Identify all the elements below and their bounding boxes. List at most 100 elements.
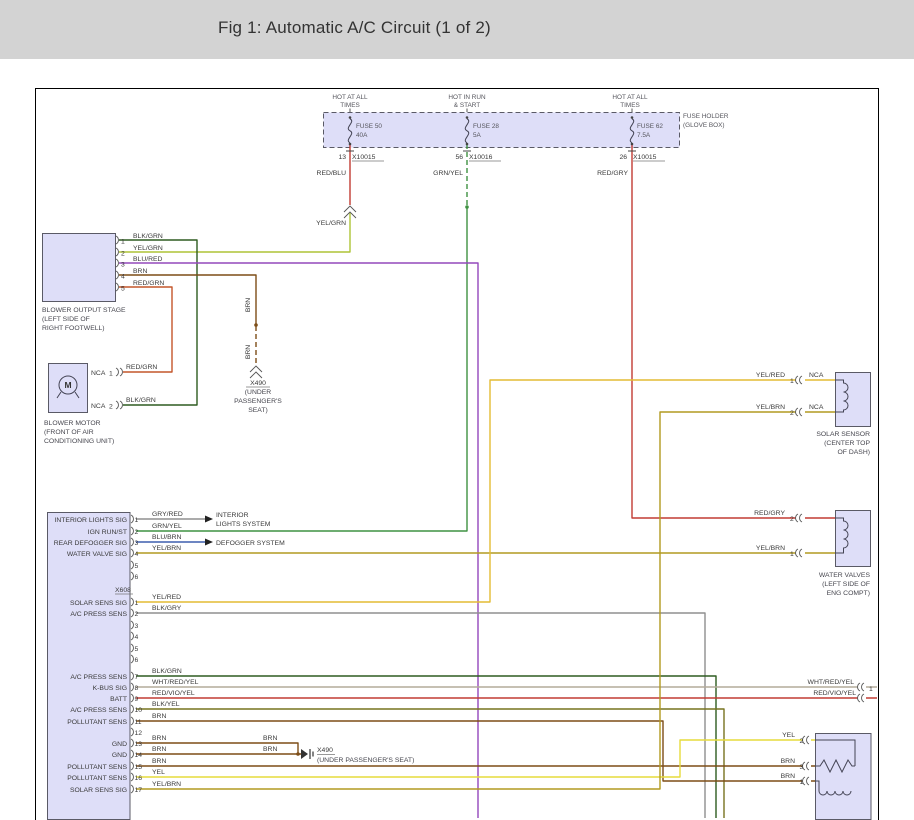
component-label: (CENTER TOP [824,440,870,447]
component-label: OF DASH) [838,449,870,456]
pin-number: 7 [135,674,139,681]
connector-ref: X10015 [352,154,376,161]
fuse-rating: 40A [356,132,368,139]
wire-label: BLK/YEL [152,701,180,708]
component-label: CONDITIONING UNIT) [44,438,114,445]
wire-label: RED/BLU [317,170,347,177]
wire-label: YEL/BRN [152,545,181,552]
wire-label: BLU/RED [133,256,163,263]
row-label: POLLUTANT SENS [67,764,127,771]
pin-number: 2 [135,611,139,618]
x608-row: 5 [135,646,139,653]
pin-number: 1 [135,600,139,607]
connector-ref: X490 [317,747,333,754]
fuse-terminal [466,116,469,119]
splice-dot [296,752,300,756]
fuse-terminal [631,116,634,119]
branch-label: DEFOGGER SYSTEM [216,540,285,547]
fuse-name: FUSE 62 [637,123,663,130]
row-label: POLLUTANT SENS [67,719,127,726]
wire-label: WHT/RED/YEL [152,679,199,686]
pin-number: 4 [135,634,139,641]
row-label: SOLAR SENS SIG [70,600,127,607]
component-label: (LEFT SIDE OF [822,581,870,588]
nca-label: NCA [91,403,106,410]
branch-label: INTERIOR [216,512,249,519]
x608-connector-box [48,513,131,820]
pin-number: 5 [135,646,139,653]
pin-number: 56 [455,154,463,161]
water-valves-box [836,511,871,567]
connector-ref: X608 [115,587,131,594]
row-label: K-BUS SIG [93,685,127,692]
wire-label-vertical: BRN [245,298,252,312]
pin-number: 1 [800,779,804,786]
wire-label: YEL/BRN [152,781,181,788]
pin-number: 3 [121,262,125,269]
pin-number: 1 [121,239,125,246]
wire-label: YEL [782,732,795,739]
row-label: GND [112,741,127,748]
blower-output-stage-box [43,234,116,302]
pin-number: 5 [135,563,139,570]
row-label: WATER VALVE SIG [67,551,127,558]
pin-number: 13 [338,154,346,161]
row-label: A/C PRESS SENS [70,674,127,681]
wire-label: RED/VIO/YEL [152,690,195,697]
wire-label: BRN [152,758,166,765]
fuse-terminal [349,116,352,119]
pin-number: 2 [800,738,804,745]
feed-label: HOT AT ALL [332,94,368,101]
wire-label: YEL/GRN [316,220,346,227]
wire-label: BRN [152,746,166,753]
wiring-diagram: M HOT AT ALL TIMES HOT IN RUN & START HO… [0,0,914,820]
feed-label: & START [454,102,480,109]
x608-row: 4 [135,634,139,641]
component-label: WATER VALVES [819,572,871,579]
pin-number: 11 [135,719,142,726]
component-label: (UNDER PASSENGER'S SEAT) [317,757,414,764]
fuse-holder-label: FUSE HOLDER [683,113,729,120]
row-label: POLLUTANT SENS [67,775,127,782]
wire-label: BLU/BRN [152,534,182,541]
wire-label: BRN [133,268,147,275]
splice-dot [465,205,469,209]
pin-number: 1 [869,686,873,693]
nca-label: NCA [809,372,824,379]
connector-ref: X490 [250,380,266,387]
row-label: A/C PRESS SENS [70,707,127,714]
fuse-name: FUSE 28 [473,123,499,130]
wire-label-vertical: BRN [245,345,252,359]
wire-label: BRN [263,735,277,742]
x608-row: 5 [135,563,139,570]
wire-label: BRN [263,746,277,753]
wire-label: GRY/RED [152,511,183,518]
component-label: SOLAR SENSOR [816,431,870,438]
wire-label: YEL [152,769,165,776]
wire-label: GRN/YEL [433,170,463,177]
wire-label: YEL/GRN [133,245,163,252]
pin-number: 9 [135,696,139,703]
pin-number: 3 [135,540,139,547]
wire-label: RED/GRY [754,510,785,517]
pin-number: 8 [135,685,139,692]
pin-number: 1 [790,378,794,385]
wire-label: RED/GRN [133,280,164,287]
pin-number: 6 [135,657,139,664]
pin-number: 2 [121,251,125,258]
component-label: (UNDER [245,389,272,396]
fuse-terminal [631,143,634,146]
splice-dot [254,323,258,327]
pin-number: 2 [790,410,794,417]
pin-number: 2 [135,529,139,536]
aux-device-box [816,734,872,820]
pin-number: 3 [135,623,139,630]
x608-row: 3 [135,623,139,630]
fuse-terminal [349,143,352,146]
feed-label: TIMES [340,102,360,109]
motor-letter: M [64,380,71,390]
wire-label: GRN/YEL [152,523,182,530]
wire-label: WHT/RED/YEL [808,679,855,686]
diagram-border [36,89,879,820]
fuse-terminal [466,143,469,146]
